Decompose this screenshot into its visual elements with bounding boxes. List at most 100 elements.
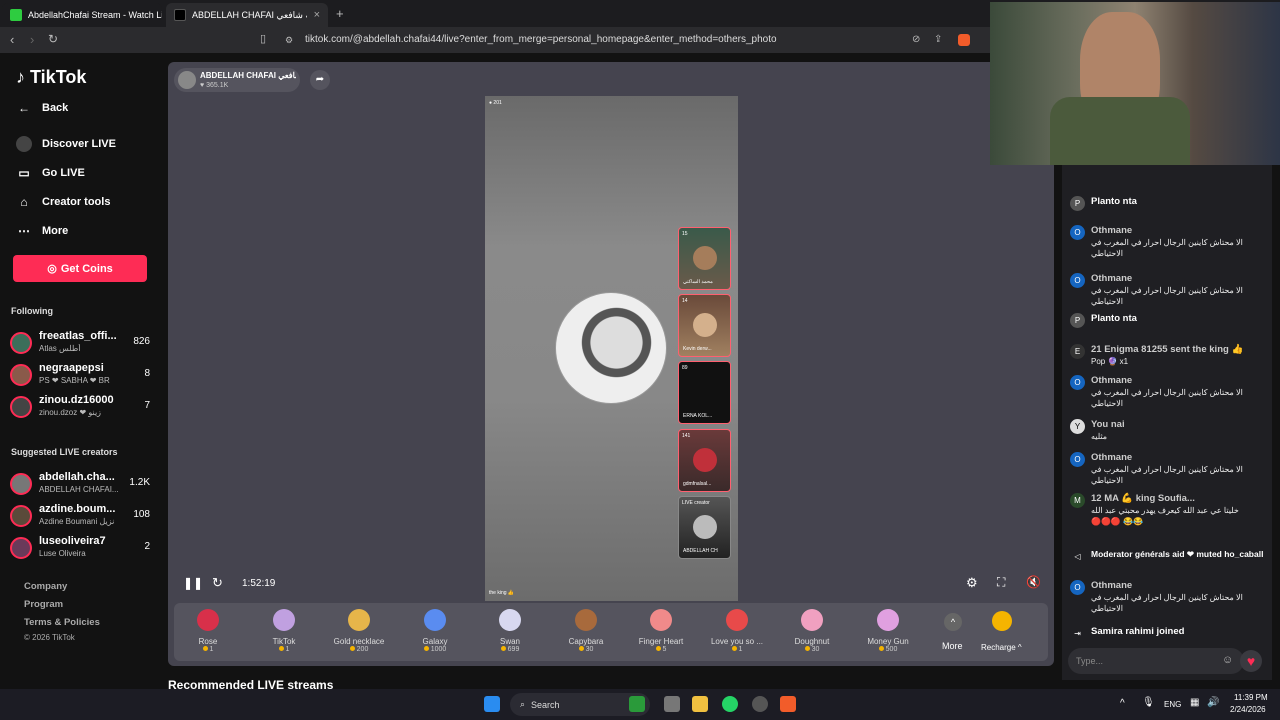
chevron-up-icon[interactable]: ^	[1120, 698, 1125, 709]
gift-gold-necklace[interactable]: Gold necklace 200	[329, 609, 389, 653]
pause-icon[interactable]: ❚❚	[183, 576, 203, 590]
camera-icon: ▭	[18, 166, 30, 180]
mute-icon[interactable]: 🔇	[1026, 575, 1041, 589]
guest-count: 15	[682, 231, 688, 237]
gift-bar: Rose 1 TikTok 1 Gold necklace 200 Galaxy 100…	[174, 603, 1048, 661]
gift-galaxy[interactable]: Galaxy 1000	[405, 609, 465, 653]
back-arrow-icon[interactable]: ‹	[10, 32, 14, 47]
gift-doughnut[interactable]: Doughnut 30	[782, 609, 842, 653]
gift-money-gun[interactable]: Money Gun 500	[858, 609, 918, 653]
sidebar: ♪ TikTok ← Back Discover LIVE ▭ Go LIVE ⌂ C…	[0, 53, 160, 689]
file-explorer-icon[interactable]	[692, 696, 708, 712]
more-gifts-button[interactable]: More	[942, 641, 963, 651]
nav-discover-live[interactable]: Discover LIVE	[16, 136, 116, 152]
site-info-icon[interactable]: ⚙	[285, 35, 293, 46]
suggested-account[interactable]: luseoliveira7 Luse Oliveira 2	[10, 535, 150, 561]
footer-copyright: © 2026 TikTok	[24, 633, 75, 642]
coin-icon: ◎	[47, 263, 57, 275]
suggested-account[interactable]: azdine.boum... Azdine Boumani نزيل 108	[10, 503, 150, 529]
footer-company[interactable]: Company	[24, 581, 67, 592]
guest-tile[interactable]: 15 محمد الساكني	[678, 227, 731, 290]
windows-start-icon[interactable]	[484, 696, 500, 712]
flag-icon[interactable]	[629, 696, 645, 712]
gift-rose[interactable]: Rose 1	[178, 609, 238, 653]
finger-heart-icon	[650, 609, 672, 631]
host-chip[interactable]: ABDELLAH CHAFAI عبدالله شافعي ♥ 365.1K	[174, 68, 300, 92]
new-tab-button[interactable]: +	[336, 6, 344, 21]
reload-icon[interactable]: ↻	[48, 32, 58, 46]
guest-name: محمد الساكني	[683, 279, 713, 285]
discover-live-icon	[16, 136, 32, 152]
avatar	[10, 505, 32, 527]
clock-time[interactable]: 11:39 PM	[1234, 693, 1268, 702]
no-tracking-icon[interactable]: ⊘	[912, 34, 920, 45]
following-account[interactable]: zinou.dz16000 zinou.dzoz ❤ زينو 7	[10, 394, 150, 420]
avatar	[10, 332, 32, 354]
host-portrait	[555, 292, 667, 404]
heart-icon[interactable]: ♥	[1240, 650, 1262, 672]
footer-program[interactable]: Program	[24, 599, 63, 610]
microphone-icon[interactable]: 🎙	[1142, 697, 1155, 708]
close-tab-icon[interactable]: ×	[314, 9, 320, 21]
share-icon[interactable]: ⇪	[934, 34, 942, 45]
suggested-account[interactable]: abdellah.cha... ABDELLAH CHAFAI... 1.2K	[10, 471, 150, 497]
live-video[interactable]: ● 201 15 محمد الساكني 14 Kevin derw... 8…	[485, 96, 738, 601]
guest-count: 14	[682, 298, 688, 304]
viewer-badge: ● 201	[489, 100, 502, 106]
gift-finger-heart[interactable]: Finger Heart 5	[631, 609, 691, 653]
guest-count: 89	[682, 365, 688, 371]
gift-tiktok[interactable]: TikTok 1	[254, 609, 314, 653]
forward-arrow-icon[interactable]: ›	[30, 32, 34, 47]
network-icon[interactable]: ▦	[1190, 697, 1199, 708]
tiktok-favicon-icon	[174, 9, 186, 21]
language-indicator[interactable]: ENG	[1164, 700, 1181, 709]
fullscreen-icon[interactable]: ⛶	[997, 575, 1005, 590]
taskbar: ⌕ Search ^ 🎙 ENG ▦ 🔊 11:39 PM 2/24/2026	[0, 689, 1280, 720]
guest-name: Kevin derw...	[683, 346, 712, 352]
tab-title: ABDELLAH CHAFAI عبدالله شافعي	[192, 9, 307, 20]
bookmark-icon[interactable]: ▯	[260, 32, 266, 45]
share-icon[interactable]: ➦	[310, 70, 330, 90]
necklace-icon	[348, 609, 370, 631]
emoji-icon[interactable]: ☺	[1222, 654, 1233, 666]
app-icon[interactable]	[752, 696, 768, 712]
avatar	[10, 537, 32, 559]
refresh-icon[interactable]: ↻	[212, 575, 223, 591]
clock-date[interactable]: 2/24/2026	[1230, 705, 1266, 714]
footer-terms[interactable]: Terms & Policies	[24, 617, 100, 628]
chat-panel: P Planto nta O Othmane الا محتاش كاينين الر…	[1062, 165, 1272, 680]
tiktok-logo[interactable]: ♪ TikTok	[16, 67, 86, 88]
following-account[interactable]: negraapepsi PS ❤ SABHA ❤ BR 8	[10, 362, 150, 388]
live-player: ABDELLAH CHAFAI عبدالله شافعي ♥ 365.1K ➦…	[168, 62, 1054, 666]
settings-icon[interactable]: ⚙	[966, 575, 978, 591]
get-coins-button[interactable]: ◎ Get Coins	[13, 255, 147, 282]
home-icon: ⌂	[20, 195, 28, 209]
gift-love-you[interactable]: Love you so ... 1	[707, 609, 767, 653]
url-field[interactable]: tiktok.com/@abdellah.chafai44/live?enter…	[305, 34, 777, 45]
nav-creator-tools[interactable]: ⌂ Creator tools	[16, 195, 110, 209]
whatsapp-icon[interactable]	[722, 696, 738, 712]
brave-browser-icon[interactable]	[780, 696, 796, 712]
volume-icon[interactable]: 🔊	[1207, 697, 1219, 708]
nav-more[interactable]: ⋯ More	[16, 224, 68, 238]
guest-tile[interactable]: 89 ERNA KOL...	[678, 361, 731, 424]
nav-go-live[interactable]: ▭ Go LIVE	[16, 166, 84, 180]
browser-tab-1[interactable]: AbdellahChafai Stream - Watch Live :	[2, 3, 162, 27]
chat-input[interactable]: Type...	[1068, 648, 1244, 674]
recharge-button[interactable]: Recharge ^	[981, 643, 1022, 652]
brave-shield-icon[interactable]	[958, 34, 970, 46]
guest-tile[interactable]: 141 gdmfnalsal...	[678, 429, 731, 492]
guest-avatar	[693, 448, 717, 472]
guest-avatar	[693, 246, 717, 270]
gift-swan[interactable]: Swan 699	[480, 609, 540, 653]
guest-tile[interactable]: 14 Kevin derw...	[678, 294, 731, 357]
back-link[interactable]: ← Back	[16, 101, 68, 115]
chevron-up-icon[interactable]: ^	[944, 613, 962, 631]
task-view-icon[interactable]	[664, 696, 680, 712]
gift-capybara[interactable]: Capybara 30	[556, 609, 616, 653]
guest-name: ERNA KOL...	[683, 413, 713, 419]
following-account[interactable]: freeatlas_offi... Atlas أطلس 826	[10, 330, 150, 356]
browser-tab-2[interactable]: ABDELLAH CHAFAI عبدالله شافعي ×	[166, 3, 328, 27]
guest-tile[interactable]: LIVE creator ABDELLAH CH	[678, 496, 731, 559]
guest-avatar	[693, 313, 717, 337]
